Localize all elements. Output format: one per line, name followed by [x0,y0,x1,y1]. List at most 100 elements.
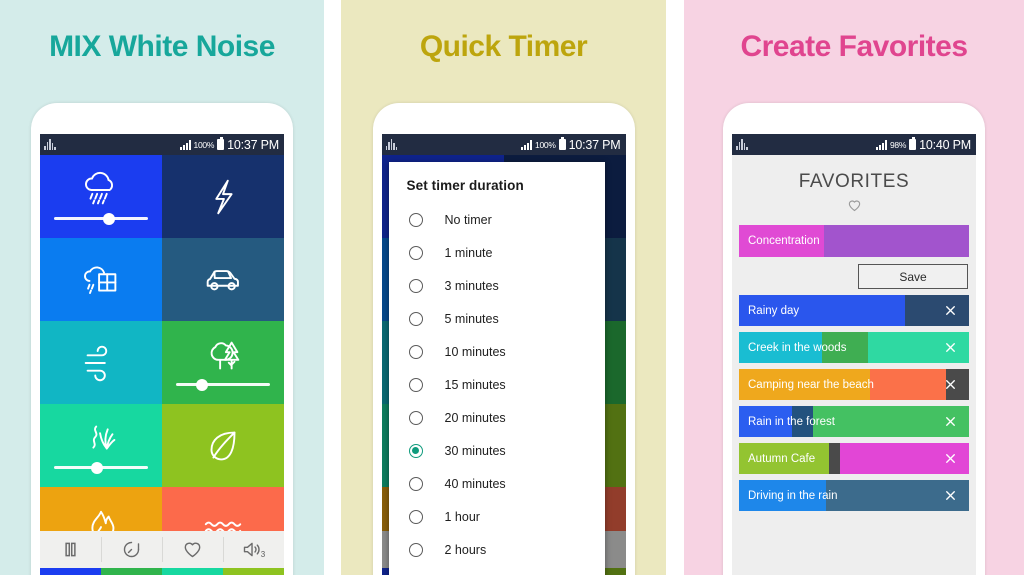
rain-window-icon [84,266,117,294]
radio-icon-selected [408,443,423,458]
favorite-item-driving-in-the-rain[interactable]: Driving in the rain [739,480,969,511]
screenshot-stage: MIX White Noise 100% 10:37 PM 3 Quick Ti… [0,0,1024,575]
sound-tile-forest[interactable] [162,321,284,404]
option-label: 1 hour [444,509,480,524]
sound-tile-rain[interactable] [40,155,162,238]
new-favorite-row[interactable]: Concentration [739,225,969,257]
save-row: Save [732,257,976,289]
option-label: 2 hours [444,542,487,557]
timer-option-1-minute[interactable]: 1 minute [389,236,605,269]
radio-icon [408,278,423,293]
panel-title-mix: MIX White Noise [49,30,275,63]
sound-tile-car[interactable] [162,238,284,321]
favorite-item-rain-in-the-forest[interactable]: Rain in the forest [739,406,969,437]
timer-option-40-minutes[interactable]: 40 minutes [389,467,605,500]
timer-option-10-minutes[interactable]: 10 minutes [389,335,605,368]
option-label: 40 minutes [444,476,506,491]
heart-outline-icon [848,200,860,212]
volume-slider-rain[interactable] [54,212,148,225]
status-bar-right: 100% 10:37 PM [179,137,279,152]
volume-slider-stream[interactable] [54,461,148,474]
panel-gap-left [324,0,341,575]
heart-icon [184,542,201,558]
dialog-title: Set timer duration [406,178,524,193]
favorites-screen: FAVORITES Concentration Save Rainy day C… [732,155,976,575]
page-title: FAVORITES [798,171,910,192]
timer-option-2-hours[interactable]: 2 hours [389,533,605,566]
volume-icon [243,542,260,557]
favorite-item-camping-near-the-beach[interactable]: Camping near the beach [739,369,969,400]
delete-favorite-button[interactable] [931,369,969,400]
delete-favorite-button[interactable] [931,406,969,437]
signal-bars-icon [521,139,533,150]
delete-favorite-button[interactable] [931,295,969,326]
favorite-item-autumn-cafe[interactable]: Autumn Cafe [739,443,969,474]
close-x-icon [945,380,955,389]
new-favorite-name: Concentration [748,235,820,247]
status-bar-right: 98% 10:40 PM [875,137,971,152]
favorite-name: Rainy day [748,304,800,317]
status-bar-right: 100% 10:37 PM [521,137,621,152]
radio-icon [408,410,423,425]
sound-tile-leaves[interactable] [162,404,284,487]
favorite-item-rainy-day[interactable]: Rainy day [739,295,969,326]
player-toolbar: 3 [40,531,284,568]
signal-bars-icon [179,139,191,150]
battery-icon [217,137,225,150]
timer-option-1-hour[interactable]: 1 hour [389,500,605,533]
radio-icon [408,212,423,227]
volume-button[interactable]: 3 [223,531,284,568]
option-label: 10 minutes [444,344,506,359]
sound-tile-stream[interactable] [40,404,162,487]
status-clock: 10:37 PM [227,137,279,152]
close-x-icon [945,417,955,426]
status-bar: 100% 10:37 PM [40,134,284,155]
timer-button[interactable] [101,531,162,568]
radio-icon [408,509,423,524]
radio-icon [408,245,423,260]
timer-option-15-minutes[interactable]: 15 minutes [389,368,605,401]
delete-favorite-button[interactable] [931,332,969,363]
save-button[interactable]: Save [858,264,968,289]
timer-option-no-timer[interactable]: No timer [389,203,605,236]
close-x-icon [945,454,955,463]
status-bar: 100% 10:37 PM [381,134,626,155]
timer-icon [123,541,140,558]
radio-icon [408,542,423,557]
timer-option-30-minutes[interactable]: 30 minutes [389,434,605,467]
sound-grid [40,155,284,575]
volume-slider-forest[interactable] [176,378,270,391]
timer-option-20-minutes[interactable]: 20 minutes [389,401,605,434]
favorites-button[interactable] [162,531,223,568]
favorite-item-creek-in-the-woods[interactable]: Creek in the woods [739,332,969,363]
phone-screen-mix: 100% 10:37 PM 3 [40,134,284,575]
pause-button[interactable] [40,531,101,568]
option-label: 20 minutes [444,410,506,425]
sound-tile-rain-window[interactable] [40,238,162,321]
delete-favorite-button[interactable] [931,443,969,474]
sound-tile-thunder[interactable] [162,155,284,238]
timer-option-3-minutes[interactable]: 3 minutes [389,269,605,302]
volume-count-badge: 3 [260,550,266,559]
rain-cloud-icon [85,171,113,204]
phone-mockup-timer: 100% 10:37 PM Set timer duration No time… [372,103,635,575]
lightning-bolt-icon [215,179,233,214]
sound-tile-wind[interactable] [40,321,162,404]
status-clock: 10:40 PM [919,137,971,152]
trees-icon [210,341,240,369]
option-label: No timer [444,212,492,227]
timer-option-5-minutes[interactable]: 5 minutes [389,302,605,335]
close-x-icon [945,491,955,500]
phone-screen-favorites: 98% 10:40 PM FAVORITES Concentration Sav… [732,134,976,575]
status-clock: 10:37 PM [568,137,621,152]
battery-percent: 100% [535,139,556,150]
radio-icon [408,377,423,392]
status-bar: 98% 10:40 PM [732,134,976,155]
audio-equalizer-icon [736,139,748,150]
phone-mockup-mix: 100% 10:37 PM 3 [31,103,293,575]
favorites-list: Rainy day Creek in the woods Camping nea… [732,295,976,511]
leaf-icon [210,431,236,460]
delete-favorite-button[interactable] [931,480,969,511]
status-bar-left [385,139,397,150]
status-bar-left [44,139,56,150]
